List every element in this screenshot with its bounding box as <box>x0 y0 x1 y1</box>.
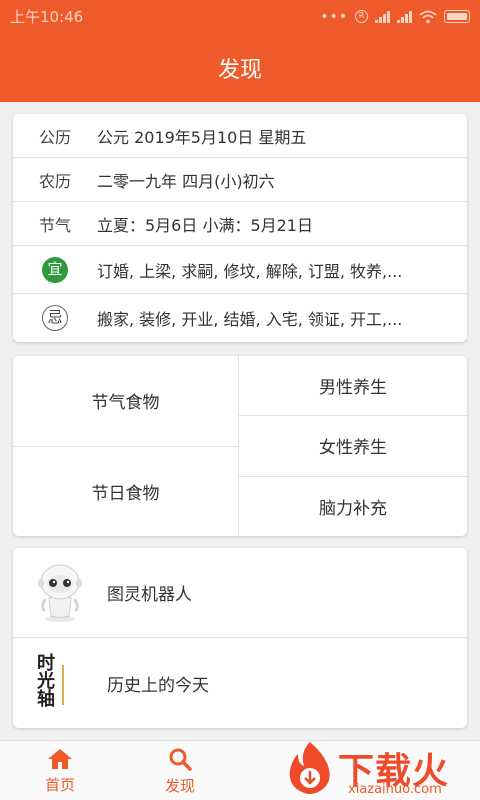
status-bar: 上午10:46 ••• R <box>0 0 480 33</box>
registered-icon: R <box>355 10 368 23</box>
watermark-domain: xiazaihuo.com <box>348 782 442 797</box>
solar-term-value: 立夏：5月6日 小满：5月21日 <box>97 215 313 235</box>
lunar-label: 农历 <box>38 171 71 191</box>
lunar-row: 农历 二零一九年 四月(小)初六 <box>13 158 467 202</box>
tools-card: 图灵机器人 时光轴 历史上的今天 <box>13 548 467 728</box>
suitable-label: 宜 <box>13 256 97 283</box>
timeline-icon: 时光轴 <box>13 638 107 728</box>
turing-robot-label: 图灵机器人 <box>107 585 192 605</box>
avoid-badge: 忌 <box>42 305 68 331</box>
battery-icon <box>444 10 470 23</box>
flame-logo-icon <box>289 742 330 794</box>
lunar-value: 二零一九年 四月(小)初六 <box>97 171 275 191</box>
nav-home-tab[interactable]: 首页 <box>20 741 100 800</box>
solar-term-row: 节气 立夏：5月6日 小满：5月21日 <box>13 202 467 246</box>
suitable-value: 订婚, 上梁, 求嗣, 修坟, 解除, 订盟, 牧养,... <box>97 261 403 281</box>
nav-home-label: 首页 <box>44 775 75 794</box>
app-header: 发现 <box>0 33 480 102</box>
gregorian-value: 公元 2019年5月10日 星期五 <box>97 127 307 147</box>
timeline-icon-text: 时光轴 <box>37 653 55 710</box>
female-health-button[interactable]: 女性养生 <box>239 416 467 477</box>
wifi-icon <box>419 10 437 23</box>
gregorian-label: 公历 <box>38 127 71 147</box>
status-icons: ••• R <box>320 9 470 25</box>
search-icon <box>169 748 192 771</box>
page-title: 发现 <box>217 57 262 83</box>
robot-icon <box>13 548 107 638</box>
watermark: 下载火 xiazaihuo.com <box>282 736 478 800</box>
holiday-food-button[interactable]: 节日食物 <box>13 447 238 537</box>
suitable-badge: 宜 <box>42 256 68 283</box>
home-icon <box>48 748 72 769</box>
male-health-button[interactable]: 男性养生 <box>239 356 467 417</box>
today-in-history-label: 历史上的今天 <box>107 675 209 696</box>
turing-robot-item[interactable]: 图灵机器人 <box>13 548 467 638</box>
suitable-row: 宜 订婚, 上梁, 求嗣, 修坟, 解除, 订盟, 牧养,... <box>13 246 467 294</box>
more-dots-icon: ••• <box>320 8 348 25</box>
food-health-card: 节气食物 节日食物 男性养生 女性养生 脑力补充 <box>13 356 467 536</box>
avoid-label: 忌 <box>13 305 97 331</box>
signal-icon-2 <box>397 10 412 23</box>
health-column: 男性养生 女性养生 脑力补充 <box>239 356 467 536</box>
nav-discover-label: 发现 <box>164 776 195 795</box>
signal-icon <box>375 10 390 23</box>
today-in-history-item[interactable]: 时光轴 历史上的今天 <box>13 638 467 728</box>
avoid-row: 忌 搬家, 装修, 开业, 结婚, 入宅, 领证, 开工,... <box>13 294 467 342</box>
gregorian-row: 公历 公元 2019年5月10日 星期五 <box>13 114 467 158</box>
status-time: 上午10:46 <box>10 8 84 26</box>
solar-term-food-button[interactable]: 节气食物 <box>13 356 238 447</box>
brain-supplement-button[interactable]: 脑力补充 <box>239 477 467 536</box>
solar-term-label: 节气 <box>38 215 71 235</box>
food-column: 节气食物 节日食物 <box>13 356 239 536</box>
nav-discover-tab[interactable]: 发现 <box>140 741 220 800</box>
avoid-value: 搬家, 装修, 开业, 结婚, 入宅, 领证, 开工,... <box>97 310 403 329</box>
calendar-card[interactable]: 公历 公元 2019年5月10日 星期五 农历 二零一九年 四月(小)初六 节气… <box>13 114 467 342</box>
